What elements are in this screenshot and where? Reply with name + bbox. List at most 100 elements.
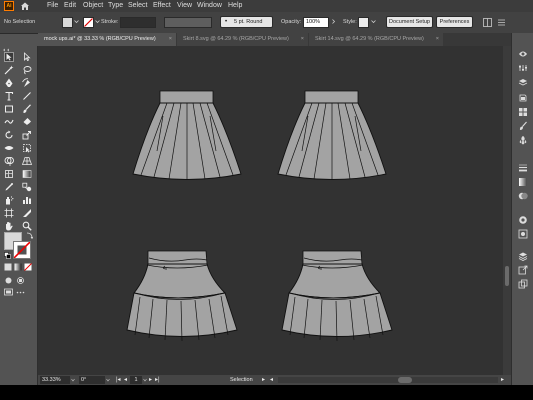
chevron-down-icon[interactable]	[95, 19, 100, 24]
close-icon[interactable]: ×	[436, 33, 439, 46]
scroll-right-button[interactable]: ▸	[501, 375, 504, 385]
none-mode-icon[interactable]	[24, 263, 32, 271]
rectangle-tool-icon[interactable]	[4, 104, 14, 114]
next-artboard-button[interactable]: ▸	[149, 375, 152, 385]
direct-selection-tool-icon[interactable]	[22, 52, 32, 62]
last-artboard-button[interactable]: ▸|	[155, 375, 160, 385]
screen-mode-icon[interactable]	[4, 288, 13, 297]
draw-normal-icon[interactable]	[4, 276, 13, 285]
type-tool-icon[interactable]	[4, 91, 14, 101]
properties-icon[interactable]	[518, 63, 528, 73]
panel-menu-icon[interactable]	[497, 18, 506, 27]
previous-artboard-button[interactable]: ◂	[124, 375, 127, 385]
menu-file[interactable]: File	[47, 1, 58, 11]
tab-skirt-8[interactable]: Skirt 8.svg @ 64.29 % (RGB/CPU Preview) …	[177, 33, 308, 46]
lasso-tool-icon[interactable]	[22, 65, 32, 75]
artboard-tool-icon[interactable]	[4, 208, 14, 218]
graphic-style-swatch[interactable]	[358, 17, 369, 28]
horizontal-scrollbar[interactable]	[278, 377, 498, 383]
stroke-swatch[interactable]	[83, 17, 94, 28]
appearance-icon[interactable]	[518, 215, 528, 225]
opacity-input[interactable]: 100%	[303, 17, 329, 28]
default-colors-icon[interactable]	[4, 252, 11, 259]
paintbrush-tool-icon[interactable]	[22, 104, 32, 114]
artboard-number-input[interactable]: 1	[130, 376, 142, 384]
skirt-pleated-left[interactable]	[132, 90, 242, 181]
color-icon[interactable]	[518, 93, 528, 103]
magic-wand-tool-icon[interactable]	[4, 65, 14, 75]
draw-behind-icon[interactable]	[16, 276, 25, 285]
document-setup-button[interactable]: Document Setup	[386, 16, 433, 28]
menu-help[interactable]: Help	[228, 1, 242, 11]
variable-width-dropdown[interactable]	[164, 17, 212, 28]
asset-export-icon[interactable]	[518, 265, 528, 275]
app-logo[interactable]: Ai	[4, 1, 14, 11]
chevron-down-icon[interactable]	[71, 378, 75, 382]
shaper-tool-icon[interactable]	[4, 117, 14, 127]
scroll-thumb[interactable]	[398, 377, 412, 383]
brush-definition-dropdown[interactable]: • 5 pt. Round	[220, 16, 273, 28]
blend-tool-icon[interactable]	[22, 182, 32, 192]
hand-tool-icon[interactable]	[4, 221, 14, 231]
chevron-right-icon[interactable]	[331, 19, 336, 24]
eraser-tool-icon[interactable]	[22, 117, 32, 127]
menu-window[interactable]: Window	[197, 1, 222, 11]
status-menu-arrow[interactable]: ▸	[262, 375, 265, 385]
scale-tool-icon[interactable]	[22, 130, 32, 140]
color-mode-icon[interactable]	[4, 263, 12, 271]
transparency-icon[interactable]	[518, 191, 528, 201]
stroke-icon[interactable]	[518, 163, 528, 173]
gradient-mode-icon[interactable]	[14, 263, 22, 271]
zoom-level-dropdown[interactable]: 33.33%	[40, 376, 70, 384]
shape-builder-tool-icon[interactable]	[4, 156, 14, 166]
layers-icon[interactable]	[518, 77, 528, 87]
menu-edit[interactable]: Edit	[64, 1, 76, 11]
graphic-styles-icon[interactable]	[518, 229, 528, 239]
symbol-sprayer-tool-icon[interactable]	[4, 195, 14, 205]
skirt-tiered-left[interactable]	[126, 250, 238, 342]
first-artboard-button[interactable]: |◂	[116, 375, 121, 385]
swatches-icon[interactable]	[518, 107, 528, 117]
zoom-tool-icon[interactable]	[22, 221, 32, 231]
menu-select[interactable]: Select	[128, 1, 147, 11]
fill-swatch[interactable]	[62, 17, 73, 28]
gradient-tool-icon[interactable]	[22, 169, 32, 179]
chevron-down-icon[interactable]	[74, 19, 79, 24]
symbols-icon[interactable]	[518, 135, 528, 145]
artboards-icon[interactable]	[518, 279, 528, 289]
tab-skirt-14[interactable]: Skirt 14.svg @ 64.29 % (RGB/CPU Preview)…	[309, 33, 443, 46]
close-icon[interactable]: ×	[301, 33, 304, 46]
selection-tool-icon[interactable]	[4, 52, 14, 62]
edit-toolbar-icon[interactable]	[16, 288, 25, 297]
rotate-view-dropdown[interactable]: 0°	[79, 376, 105, 384]
rotate-tool-icon[interactable]	[4, 130, 14, 140]
libraries-icon[interactable]	[518, 49, 528, 59]
pen-tool-icon[interactable]	[4, 78, 14, 88]
chevron-down-icon[interactable]	[371, 19, 376, 24]
curvature-tool-icon[interactable]	[22, 78, 32, 88]
skirt-pleated-right[interactable]	[277, 90, 387, 181]
slice-tool-icon[interactable]	[22, 208, 32, 218]
scroll-left-button[interactable]: ◂	[270, 375, 273, 385]
scroll-thumb[interactable]	[505, 266, 509, 286]
layers-stack-icon[interactable]	[518, 251, 528, 261]
artboard-canvas[interactable]	[38, 46, 511, 375]
stroke-weight-dropdown[interactable]	[120, 17, 156, 28]
mesh-tool-icon[interactable]	[4, 169, 14, 179]
skirt-tiered-right[interactable]	[281, 250, 393, 342]
artwork[interactable]	[38, 46, 503, 375]
swap-colors-icon[interactable]	[26, 232, 33, 239]
brushes-icon[interactable]	[518, 121, 528, 131]
column-graph-tool-icon[interactable]	[22, 195, 32, 205]
perspective-grid-tool-icon[interactable]	[22, 156, 32, 166]
home-icon[interactable]	[20, 1, 30, 11]
chevron-down-icon[interactable]	[106, 378, 110, 382]
chevron-down-icon[interactable]	[143, 378, 147, 382]
menu-type[interactable]: Type	[108, 1, 123, 11]
close-icon[interactable]: ×	[169, 33, 172, 46]
stroke-color-swatch[interactable]	[13, 241, 31, 259]
arrange-documents-icon[interactable]	[483, 18, 492, 27]
gradient-icon[interactable]	[518, 177, 528, 187]
preferences-button[interactable]: Preferences	[436, 16, 473, 28]
vertical-scrollbar[interactable]	[503, 46, 511, 375]
